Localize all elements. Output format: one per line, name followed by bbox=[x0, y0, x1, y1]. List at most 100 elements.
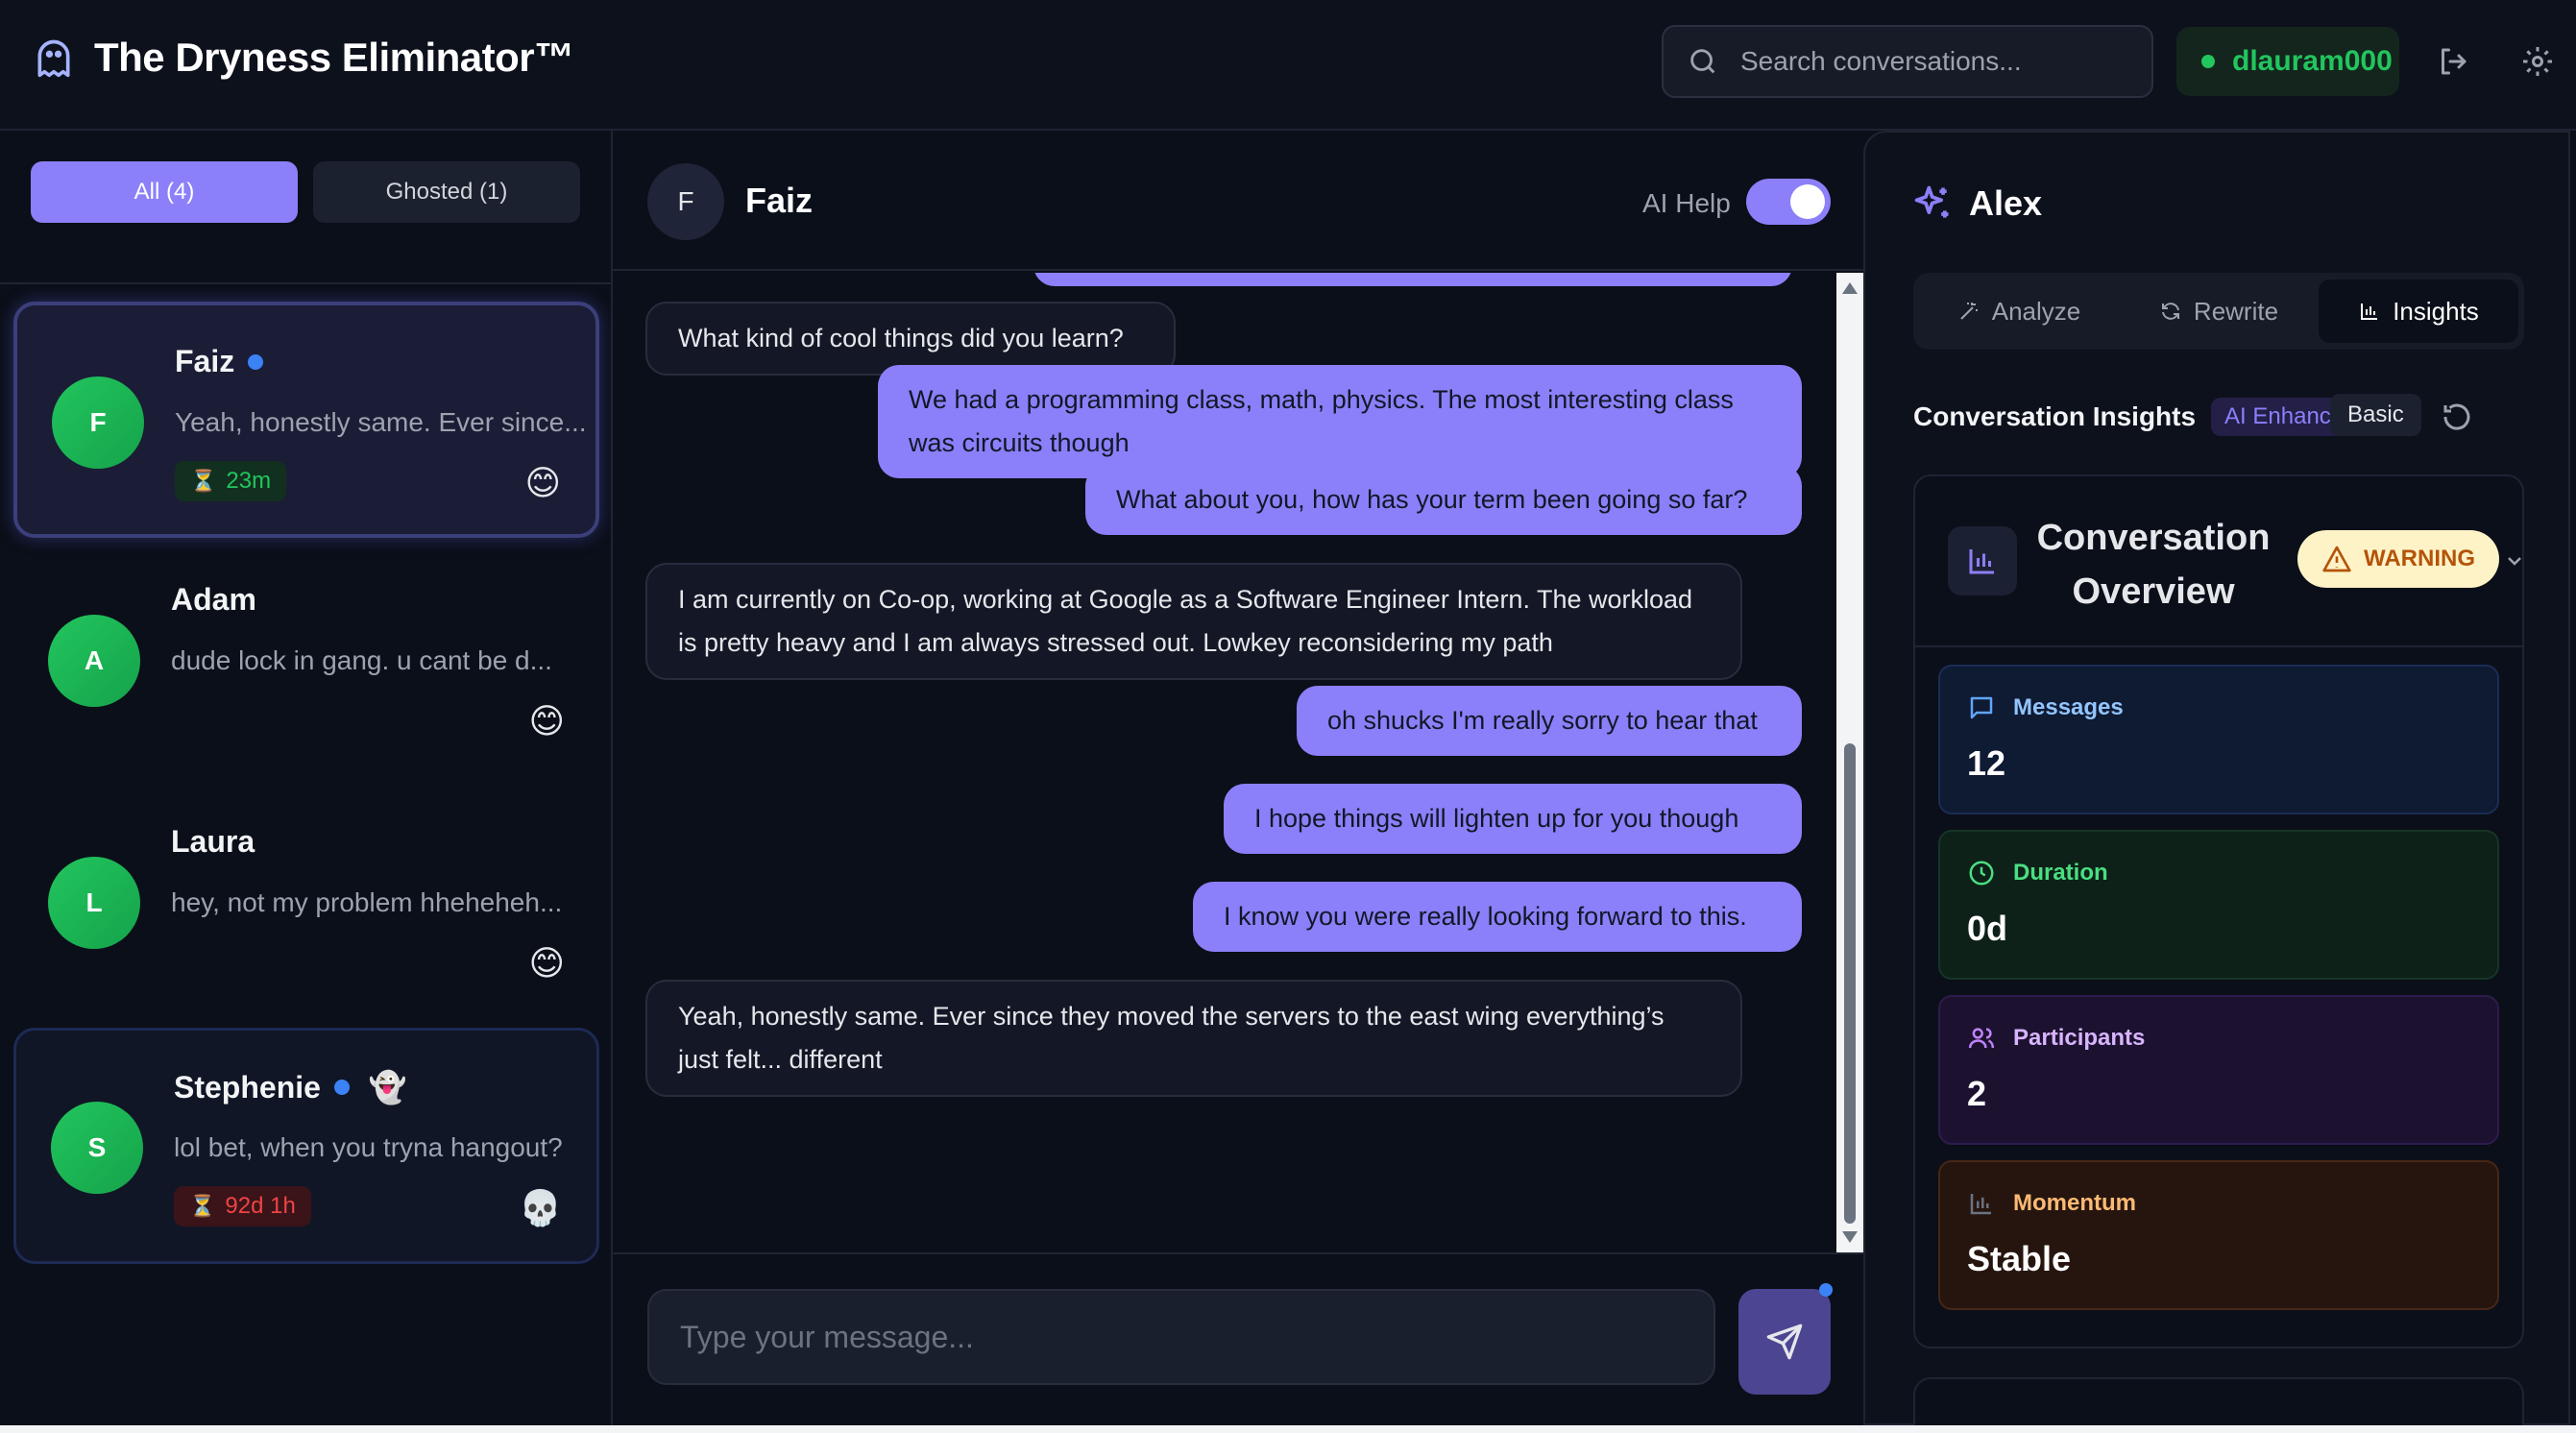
settings-button[interactable] bbox=[2516, 40, 2559, 83]
message-bubble-outgoing: oh shucks I'm really sorry to hear that bbox=[1297, 686, 1802, 756]
ai-help-label: AI Help bbox=[1642, 188, 1731, 218]
conversation-sidebar: All (4) Ghosted (1) F Faiz Yeah, honestl… bbox=[0, 131, 613, 1425]
message-list: What kind of cool things did you learn? … bbox=[613, 273, 1863, 1252]
user-status-pill[interactable]: dlauram000 bbox=[2176, 27, 2399, 96]
conversation-overview-card: Conversation Overview WARNING Messages 1… bbox=[1913, 474, 2524, 1348]
filter-all-button[interactable]: All (4) bbox=[31, 161, 298, 223]
stat-value: Stable bbox=[1967, 1239, 2072, 1278]
insights-title: Conversation Insights bbox=[1913, 401, 2197, 431]
stat-card-messages: Messages 12 bbox=[1938, 665, 2499, 814]
stat-value: 0d bbox=[1967, 909, 2008, 948]
stat-label: Participants bbox=[1967, 1024, 2470, 1053]
conversation-name: Stephenie 👻 bbox=[174, 1069, 407, 1105]
message-preview: Yeah, honestly same. Ever since... bbox=[175, 407, 587, 437]
stat-label: Duration bbox=[1967, 859, 2470, 887]
stat-label-text: Duration bbox=[2013, 860, 2108, 886]
message-bubble-outgoing: I hope things will lighten up for you th… bbox=[1224, 784, 1802, 854]
avatar: L bbox=[48, 857, 140, 949]
hourglass-icon: ⏳ bbox=[190, 469, 217, 493]
search-box[interactable] bbox=[1662, 25, 2153, 98]
magic-wand-icon bbox=[1960, 303, 1978, 320]
filter-ghosted-button[interactable]: Ghosted (1) bbox=[313, 161, 580, 223]
refresh-icon[interactable] bbox=[2440, 400, 2474, 434]
scroll-thumb[interactable] bbox=[1844, 743, 1856, 1224]
stat-label: Messages bbox=[1967, 693, 2470, 722]
panel-tabs: Analyze Rewrite Insights bbox=[1913, 273, 2524, 350]
app-title: The Dryness Eliminator™ bbox=[94, 35, 574, 80]
search-icon bbox=[1690, 49, 1715, 74]
stat-label-text: Participants bbox=[2013, 1025, 2146, 1051]
bar-chart-icon bbox=[1969, 549, 1994, 574]
stat-value: 12 bbox=[1967, 743, 2006, 783]
conversation-item-faiz[interactable]: F Faiz Yeah, honestly same. Ever since..… bbox=[13, 302, 599, 538]
tab-label: Insights bbox=[2393, 296, 2479, 326]
logout-icon bbox=[2442, 48, 2467, 75]
ghosted-icon: 👻 bbox=[368, 1070, 407, 1105]
response-timer-badge: ⏳ 92d 1h bbox=[174, 1186, 311, 1227]
contact-name: Adam bbox=[171, 582, 256, 617]
message-composer bbox=[613, 1252, 1863, 1425]
brand: The Dryness Eliminator™ bbox=[33, 35, 574, 81]
conversation-name: Faiz bbox=[175, 344, 264, 379]
insights-header: Conversation Insights AI Enhanced Basic bbox=[1913, 394, 2528, 440]
message-bubble-outgoing: I know you were really looking forward t… bbox=[1193, 882, 1802, 952]
assistant-panel: Alex Analyze Rewrite Insights Conversati… bbox=[1863, 131, 2570, 1433]
message-preview: lol bet, when you tryna hangout? bbox=[174, 1132, 563, 1162]
window-bottom-edge bbox=[0, 1425, 2576, 1433]
settings-icon bbox=[2523, 47, 2552, 76]
refresh-icon bbox=[2161, 303, 2179, 320]
message-bubble-outgoing: We had a programming class, math, physic… bbox=[878, 365, 1802, 478]
stat-label: Momentum bbox=[1967, 1189, 2470, 1218]
chat-area: F Faiz AI Help What kind of cool things … bbox=[613, 131, 1863, 1425]
message-input[interactable] bbox=[647, 1289, 1715, 1385]
bar-chart-icon bbox=[1970, 1194, 1991, 1215]
conversation-item-adam[interactable]: A Adam dude lock in gang. u cant be d...… bbox=[13, 544, 599, 780]
bar-chart-icon bbox=[2361, 304, 2378, 320]
message-bubble-outgoing: What about you, how has your term been g… bbox=[1085, 465, 1802, 535]
scroll-down-arrow[interactable] bbox=[1842, 1231, 1858, 1243]
warning-label: WARNING bbox=[2364, 546, 2475, 571]
tab-analyze[interactable]: Analyze bbox=[1919, 279, 2119, 343]
message-scrollbar[interactable] bbox=[1836, 273, 1863, 1252]
overview-header[interactable]: Conversation Overview WARNING bbox=[1915, 476, 2522, 647]
username: dlauram000 bbox=[2232, 45, 2393, 77]
conversation-name: Adam bbox=[171, 582, 256, 618]
scroll-up-arrow[interactable] bbox=[1842, 282, 1858, 294]
message-bubble-partial bbox=[1033, 273, 1792, 286]
basic-mode-button[interactable]: Basic bbox=[2330, 394, 2421, 436]
tab-label: Analyze bbox=[1991, 296, 2081, 326]
divider bbox=[0, 282, 611, 284]
send-icon bbox=[1766, 1324, 1803, 1360]
filter-tabs: All (4) Ghosted (1) bbox=[31, 161, 580, 223]
stat-label-text: Messages bbox=[2013, 694, 2124, 720]
conversation-item-stephenie[interactable]: S Stephenie 👻 lol bet, when you tryna ha… bbox=[13, 1028, 599, 1264]
online-dot bbox=[333, 1080, 350, 1095]
send-button[interactable] bbox=[1738, 1289, 1831, 1395]
avatar: A bbox=[48, 615, 140, 707]
chat-header: F Faiz AI Help bbox=[613, 131, 1863, 271]
tab-label: Rewrite bbox=[2193, 296, 2279, 326]
online-dot bbox=[248, 353, 264, 370]
overview-icon-box bbox=[1948, 526, 2017, 595]
conversation-item-laura[interactable]: L Laura hey, not my problem hheheheh... … bbox=[13, 786, 599, 1022]
contact-name: Stephenie bbox=[174, 1069, 321, 1105]
tab-rewrite[interactable]: Rewrite bbox=[2119, 279, 2319, 343]
message-bubble-incoming: I am currently on Co-op, working at Goog… bbox=[645, 563, 1742, 680]
sparkles-icon bbox=[1914, 185, 1949, 218]
avatar: F bbox=[647, 163, 724, 240]
logout-button[interactable] bbox=[2432, 40, 2474, 83]
warning-badge: WARNING bbox=[2297, 530, 2499, 588]
message-preview: hey, not my problem hheheheh... bbox=[171, 887, 563, 917]
stat-value: 2 bbox=[1967, 1074, 1987, 1113]
response-timer-badge: ⏳ 23m bbox=[175, 461, 287, 501]
chevron-down-icon[interactable] bbox=[2503, 549, 2526, 572]
panel-title: Alex bbox=[1969, 183, 2043, 223]
ai-help-toggle[interactable] bbox=[1746, 179, 1831, 225]
stat-card-participants: Participants 2 bbox=[1938, 995, 2499, 1145]
timer-value: 92d 1h bbox=[225, 1193, 296, 1219]
tab-insights[interactable]: Insights bbox=[2319, 279, 2518, 343]
contact-name: Faiz bbox=[175, 344, 235, 378]
avatar: S bbox=[51, 1102, 143, 1194]
search-input[interactable] bbox=[1740, 46, 2125, 77]
ghost-icon bbox=[33, 35, 75, 81]
